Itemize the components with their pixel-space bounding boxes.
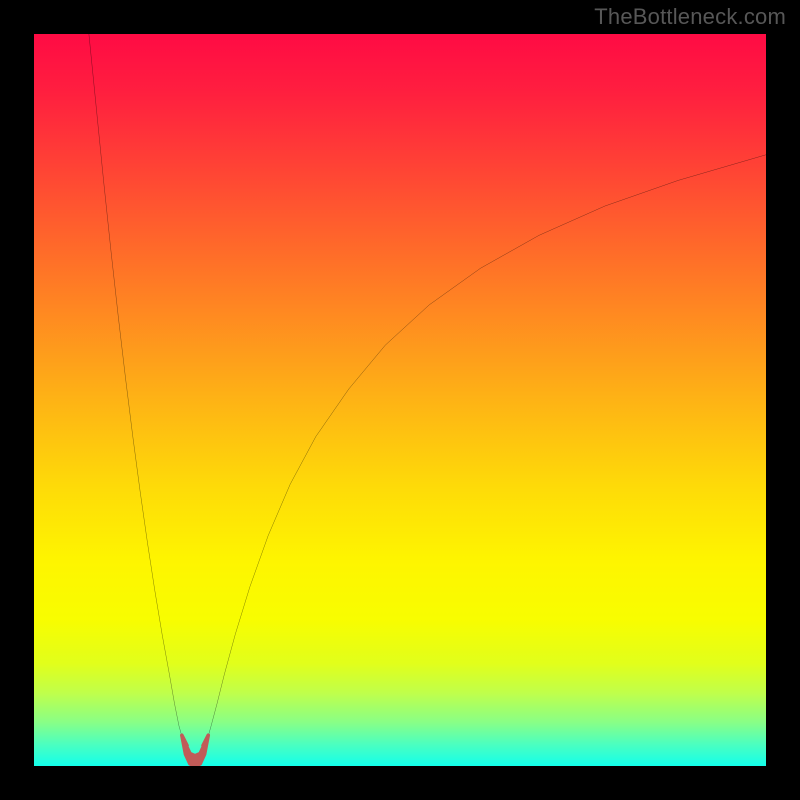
bottleneck-chart	[34, 34, 766, 766]
watermark-text: TheBottleneck.com	[594, 4, 786, 30]
chart-frame: TheBottleneck.com	[0, 0, 800, 800]
chart-background	[34, 34, 766, 766]
